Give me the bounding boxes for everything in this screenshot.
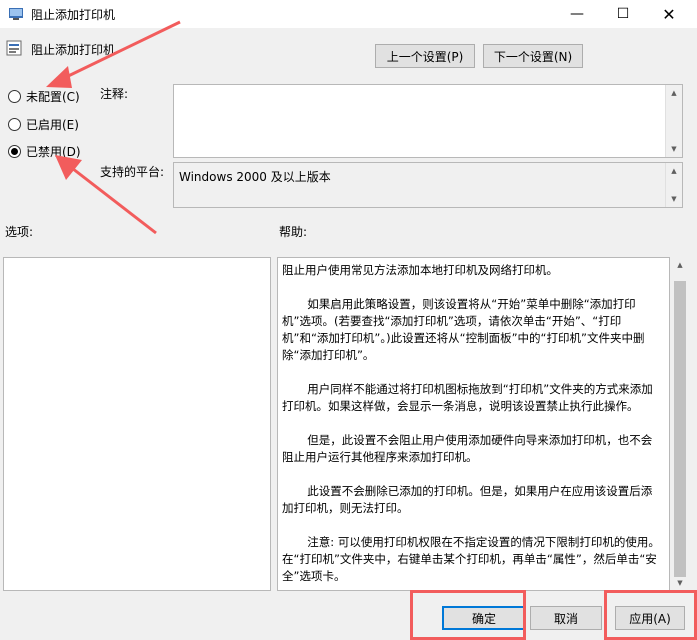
radio-button[interactable] <box>8 89 21 103</box>
apply-highlight-box <box>604 590 697 640</box>
scroll-up-icon[interactable]: ▲ <box>672 257 688 273</box>
radio-enabled[interactable]: 已启用(E) <box>8 115 79 133</box>
maximize-icon: ☐ <box>616 6 630 22</box>
help-pane: 阻止用户使用常见方法添加本地打印机及网络打印机。 如果启用此策略设置，则该设置将… <box>277 257 670 591</box>
scroll-down-icon[interactable]: ▼ <box>672 575 688 591</box>
scroll-up-icon[interactable]: ▲ <box>666 85 682 101</box>
window-title: 阻止添加打印机 <box>31 8 116 22</box>
scrollbar-thumb[interactable] <box>674 281 686 577</box>
scroll-down-icon[interactable]: ▼ <box>666 191 682 207</box>
help-paragraph: 注意: 可以使用打印机权限在不指定设置的情况下限制打印机的使用。在“打印机”文件… <box>282 535 660 583</box>
help-paragraph: 阻止用户使用常见方法添加本地打印机及网络打印机。 <box>282 263 558 277</box>
options-label: 选项: <box>5 225 34 239</box>
radio-label: 已启用(E) <box>26 117 79 132</box>
policy-setting-icon <box>6 40 22 56</box>
help-paragraph: 用户同样不能通过将打印机图标拖放到“打印机”文件夹的方式来添加打印机。如果这样做… <box>282 382 653 413</box>
scroll-down-icon[interactable]: ▼ <box>666 141 682 157</box>
cancel-button[interactable]: 取消 <box>530 606 602 630</box>
minimize-button[interactable]: — <box>554 0 600 28</box>
help-paragraph: 此设置不会删除已添加的打印机。但是，如果用户在应用该设置后添加打印机，则无法打印… <box>282 484 653 515</box>
radio-button[interactable] <box>8 117 21 131</box>
title-bar: 阻止添加打印机 — ☐ ✕ <box>0 0 697 28</box>
next-setting-button[interactable]: 下一个设置(N) <box>483 44 583 68</box>
policy-window-icon <box>9 8 23 20</box>
platform-label: 支持的平台: <box>100 165 165 179</box>
arrow-head-icon <box>46 66 72 88</box>
help-scrollbar[interactable]: ▲ ▼ <box>672 257 688 591</box>
close-button[interactable]: ✕ <box>646 0 692 28</box>
comment-label: 注释: <box>100 87 129 101</box>
platform-field: Windows 2000 及以上版本 ▲ ▼ <box>173 162 683 208</box>
radio-not-configured[interactable]: 未配置(C) <box>8 87 80 105</box>
radio-disabled[interactable]: 已禁用(D) <box>8 142 81 160</box>
help-paragraph: 如果启用此策略设置，则该设置将从“开始”菜单中删除“添加打印机”选项。(若要查找… <box>282 297 645 362</box>
comment-textarea[interactable]: ▲ ▼ <box>173 84 683 158</box>
minimize-icon: — <box>570 6 584 22</box>
scroll-up-icon[interactable]: ▲ <box>666 163 682 179</box>
setting-title: 阻止添加打印机 <box>31 43 116 57</box>
radio-button[interactable] <box>8 144 21 158</box>
options-pane <box>3 257 271 591</box>
help-text: 阻止用户使用常见方法添加本地打印机及网络打印机。 如果启用此策略设置，则该设置将… <box>282 262 662 590</box>
maximize-button[interactable]: ☐ <box>600 0 646 28</box>
radio-label: 未配置(C) <box>26 89 80 104</box>
ok-highlight-box <box>410 590 526 640</box>
help-paragraph: 但是，此设置不会阻止用户使用添加硬件向导来添加打印机，也不会阻止用户运行其他程序… <box>282 433 653 464</box>
close-icon: ✕ <box>662 4 676 24</box>
radio-label: 已禁用(D) <box>26 144 81 159</box>
help-label: 帮助: <box>279 225 308 239</box>
comment-scrollbar[interactable]: ▲ ▼ <box>665 85 682 157</box>
platform-scrollbar[interactable]: ▲ ▼ <box>665 163 682 207</box>
platform-value: Windows 2000 及以上版本 <box>179 170 331 184</box>
previous-setting-button[interactable]: 上一个设置(P) <box>375 44 475 68</box>
